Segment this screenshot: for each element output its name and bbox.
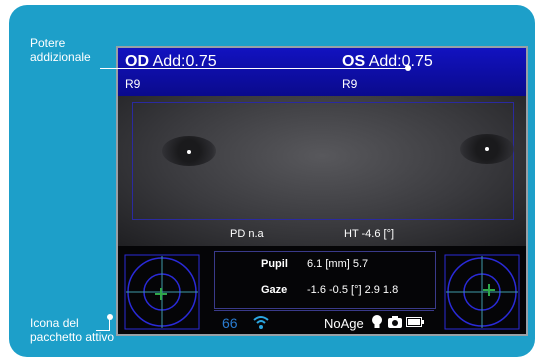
callout-active-package-leader-v <box>109 319 110 331</box>
ht-readout: HT -4.6 [°] <box>344 228 395 240</box>
package-number: 66 <box>222 315 238 331</box>
pd-readout: PD n.a <box>230 228 264 240</box>
right-pupil-reflex <box>187 150 191 154</box>
pupil-value: 6.1 [mm] 5.7 <box>307 258 369 270</box>
callout-active-package-line2: pacchetto attivo <box>30 330 115 344</box>
device-screen: OD Add:0.75 OS Add:0.75 R9 R9 PD n.a HT … <box>116 46 528 336</box>
callout-active-package-leader-h <box>96 330 110 331</box>
battery-icon <box>406 317 424 327</box>
right-eye-target-icon <box>124 254 200 330</box>
camera-icon <box>388 316 402 328</box>
callout-additional-power: Potere addizionale <box>30 36 91 64</box>
wifi-icon <box>253 316 269 329</box>
left-eye-target-icon <box>444 254 520 330</box>
left-pupil-reflex <box>485 147 489 151</box>
callout-additional-power-marker <box>405 65 411 71</box>
pupil-label: Pupil <box>261 258 288 270</box>
bulb-icon <box>372 315 382 328</box>
callout-additional-power-line1: Potere <box>30 36 66 50</box>
od-sub-label: R9 <box>125 77 141 91</box>
header-bar: OD Add:0.75 OS Add:0.75 R9 R9 <box>118 48 526 96</box>
gaze-label: Gaze <box>261 284 288 296</box>
os-sub-label: R9 <box>342 77 358 91</box>
callout-active-package-line1: Icona del <box>30 316 79 330</box>
callout-additional-power-line2: addizionale <box>30 50 91 64</box>
status-bar: 66 NoAge <box>214 310 434 334</box>
measurement-table: Pupil 6.1 [mm] 5.7 Gaze -1.6 -0.5 [°] 2.… <box>214 251 436 309</box>
callout-additional-power-leader <box>100 68 408 69</box>
age-status: NoAge <box>324 316 364 331</box>
callout-active-package-marker <box>107 314 113 320</box>
gaze-value: -1.6 -0.5 [°] 2.9 1.8 <box>307 284 399 296</box>
camera-view <box>118 96 526 246</box>
